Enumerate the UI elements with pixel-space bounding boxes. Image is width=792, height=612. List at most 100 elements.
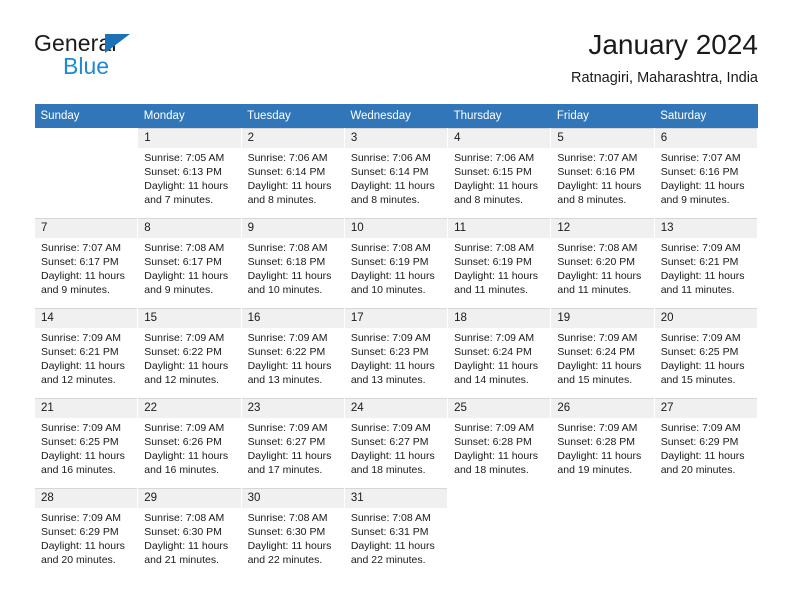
day-daylight-2-text: and 10 minutes. [247,284,323,297]
calendar-day-cell[interactable]: 12 Sunrise: 7:08 AM Sunset: 6:20 PM Dayligh… [550,218,655,308]
calendar-day-cell[interactable]: 22 Sunrise: 7:09 AM Sunset: 6:26 PM Dayligh… [137,398,242,488]
calendar-day-cell[interactable]: 7 Sunrise: 7:07 AM Sunset: 6:17 PM Daylight… [33,218,139,308]
calendar-day-cell[interactable]: 6 Sunrise: 7:07 AM Sunset: 6:16 PM Daylight… [653,128,759,218]
day-cell-content: 20 Sunrise: 7:09 AM Sunset: 6:25 PM Dayligh… [654,308,757,398]
calendar-day-cell[interactable]: 8 Sunrise: 7:08 AM Sunset: 6:17 PM Daylight… [137,218,242,308]
calendar-day-cell[interactable]: 21 Sunrise: 7:09 AM Sunset: 6:25 PM Dayligh… [33,398,139,488]
day-daylight-2-text: and 13 minutes. [247,374,323,387]
logo-text-blue: Blue [63,53,110,79]
day-sunset-text: Sunset: 6:29 PM [660,436,739,449]
day-daylight-1-text: Daylight: 11 hours [660,270,745,283]
day-daylight-1-text: Daylight: 11 hours [557,450,642,463]
calendar-week-row: 14 Sunrise: 7:09 AM Sunset: 6:21 PM Dayligh… [33,308,759,398]
calendar-day-cell[interactable]: 26 Sunrise: 7:09 AM Sunset: 6:28 PM Dayligh… [550,398,655,488]
day-daylight-1-text: Daylight: 11 hours [557,270,642,283]
day-sunset-text: Sunset: 6:15 PM [454,166,532,179]
day-sun-info: Sunrise: 7:07 AM Sunset: 6:17 PM Daylight:… [35,238,137,297]
day-cell-content: 18 Sunrise: 7:09 AM Sunset: 6:24 PM Dayligh… [448,308,551,398]
day-sunset-text: Sunset: 6:31 PM [350,526,429,539]
day-daylight-2-text: and 20 minutes. [660,464,736,477]
day-cell-content: 2 Sunrise: 7:06 AM Sunset: 6:14 PM Daylight… [241,128,344,218]
day-daylight-1-text: Daylight: 11 hours [350,450,435,463]
day-daylight-1-text: Daylight: 11 hours [144,180,229,193]
calendar-day-cell[interactable]: 27 Sunrise: 7:09 AM Sunset: 6:29 PM Dayligh… [653,398,759,488]
day-sun-info: Sunrise: 7:05 AM Sunset: 6:13 PM Daylight:… [138,148,240,207]
day-number: 14 [35,309,138,328]
day-sun-info: Sunrise: 7:06 AM Sunset: 6:14 PM Daylight:… [345,148,447,207]
day-sunset-text: Sunset: 6:27 PM [350,436,429,449]
calendar-day-cell[interactable]: 20 Sunrise: 7:09 AM Sunset: 6:25 PM Dayligh… [653,308,759,398]
calendar-day-cell[interactable]: 15 Sunrise: 7:09 AM Sunset: 6:22 PM Dayligh… [137,308,242,398]
calendar-day-cell[interactable]: 31 Sunrise: 7:08 AM Sunset: 6:31 PM Dayligh… [343,488,449,578]
day-sunset-text: Sunset: 6:22 PM [247,346,326,359]
day-daylight-1-text: Daylight: 11 hours [247,540,332,553]
day-sunrise-text: Sunrise: 7:06 AM [454,152,535,164]
calendar-day-cell[interactable]: 19 Sunrise: 7:09 AM Sunset: 6:24 PM Dayligh… [550,308,655,398]
calendar-day-cell[interactable]: 16 Sunrise: 7:09 AM Sunset: 6:22 PM Dayligh… [240,308,345,398]
day-sunset-text: Sunset: 6:22 PM [144,346,222,359]
day-sunrise-text: Sunrise: 7:09 AM [41,332,121,344]
day-sunset-text: Sunset: 6:30 PM [144,526,222,539]
day-number: 4 [448,129,551,148]
day-sunrise-text: Sunrise: 7:09 AM [350,332,431,344]
day-daylight-1-text: Daylight: 11 hours [660,450,745,463]
calendar-day-cell[interactable]: 9 Sunrise: 7:08 AM Sunset: 6:18 PM Daylight… [240,218,345,308]
day-number: 26 [551,399,654,418]
day-daylight-2-text: and 12 minutes. [144,374,219,387]
day-sunset-text: Sunset: 6:23 PM [350,346,429,359]
day-sunrise-text: Sunrise: 7:09 AM [247,332,328,344]
calendar-day-cell[interactable]: 28 Sunrise: 7:09 AM Sunset: 6:29 PM Dayligh… [33,488,139,578]
day-cell-content: 17 Sunrise: 7:09 AM Sunset: 6:23 PM Dayligh… [344,308,448,398]
day-cell-content [35,128,137,218]
calendar-day-cell[interactable]: 29 Sunrise: 7:08 AM Sunset: 6:30 PM Dayligh… [137,488,242,578]
day-daylight-1-text: Daylight: 11 hours [350,180,435,193]
day-cell-content: 21 Sunrise: 7:09 AM Sunset: 6:25 PM Dayligh… [35,398,138,488]
calendar-week-row: 7 Sunrise: 7:07 AM Sunset: 6:17 PM Daylight… [33,218,759,308]
day-sun-info: Sunrise: 7:09 AM Sunset: 6:24 PM Daylight:… [448,328,550,387]
day-sun-info: Sunrise: 7:09 AM Sunset: 6:22 PM Daylight:… [242,328,344,387]
day-sun-info: Sunrise: 7:07 AM Sunset: 6:16 PM Daylight:… [655,148,757,207]
calendar-day-cell[interactable]: 25 Sunrise: 7:09 AM Sunset: 6:28 PM Dayligh… [447,398,552,488]
day-daylight-2-text: and 13 minutes. [350,374,426,387]
general-blue-logo[interactable]: General Blue [34,30,254,90]
day-daylight-2-text: and 9 minutes. [660,194,730,207]
day-number: 30 [241,489,344,508]
calendar-day-cell[interactable]: 4 Sunrise: 7:06 AM Sunset: 6:15 PM Daylight… [447,128,552,218]
day-daylight-1-text: Daylight: 11 hours [454,360,538,373]
day-sunrise-text: Sunrise: 7:08 AM [144,512,225,524]
calendar-day-cell[interactable]: 3 Sunrise: 7:06 AM Sunset: 6:14 PM Daylight… [343,128,449,218]
calendar-day-cell[interactable]: 23 Sunrise: 7:09 AM Sunset: 6:27 PM Dayligh… [240,398,345,488]
calendar-day-cell[interactable]: 5 Sunrise: 7:07 AM Sunset: 6:16 PM Daylight… [550,128,655,218]
calendar-day-cell[interactable]: 1 Sunrise: 7:05 AM Sunset: 6:13 PM Daylight… [137,128,242,218]
day-sunrise-text: Sunrise: 7:07 AM [41,242,121,254]
day-sunset-text: Sunset: 6:24 PM [454,346,532,359]
day-sun-info: Sunrise: 7:09 AM Sunset: 6:22 PM Daylight:… [138,328,240,387]
calendar-day-cell[interactable]: 14 Sunrise: 7:09 AM Sunset: 6:21 PM Dayligh… [33,308,139,398]
day-sunrise-text: Sunrise: 7:08 AM [247,512,328,524]
calendar-day-cell[interactable]: 2 Sunrise: 7:06 AM Sunset: 6:14 PM Daylight… [240,128,345,218]
day-sun-info: Sunrise: 7:08 AM Sunset: 6:31 PM Daylight:… [345,508,447,567]
day-sunset-text: Sunset: 6:14 PM [350,166,429,179]
day-daylight-1-text: Daylight: 11 hours [41,360,125,373]
day-cell-content: 31 Sunrise: 7:08 AM Sunset: 6:31 PM Dayligh… [344,488,448,578]
day-cell-content: 6 Sunrise: 7:07 AM Sunset: 6:16 PM Daylight… [654,128,757,218]
day-number: 15 [138,309,241,328]
calendar-day-cell[interactable]: 18 Sunrise: 7:09 AM Sunset: 6:24 PM Dayligh… [447,308,552,398]
day-cell-content: 8 Sunrise: 7:08 AM Sunset: 6:17 PM Daylight… [138,218,241,308]
day-sun-info: Sunrise: 7:07 AM Sunset: 6:16 PM Daylight:… [551,148,653,207]
day-sunrise-text: Sunrise: 7:05 AM [144,152,225,164]
day-sun-info: Sunrise: 7:09 AM Sunset: 6:24 PM Daylight:… [551,328,653,387]
day-cell-content: 1 Sunrise: 7:05 AM Sunset: 6:13 PM Daylight… [138,128,241,218]
calendar-day-cell[interactable]: 24 Sunrise: 7:09 AM Sunset: 6:27 PM Dayligh… [343,398,449,488]
calendar-day-cell[interactable]: 10 Sunrise: 7:08 AM Sunset: 6:19 PM Dayligh… [343,218,449,308]
calendar-day-cell[interactable]: 17 Sunrise: 7:09 AM Sunset: 6:23 PM Dayligh… [343,308,449,398]
calendar-day-cell[interactable]: 11 Sunrise: 7:08 AM Sunset: 6:19 PM Dayligh… [447,218,552,308]
day-daylight-2-text: and 11 minutes. [454,284,529,297]
calendar-day-cell[interactable]: 30 Sunrise: 7:08 AM Sunset: 6:30 PM Dayligh… [240,488,345,578]
weekday-header-tuesday: Tuesday [241,104,345,128]
day-daylight-2-text: and 8 minutes. [247,194,317,207]
day-daylight-2-text: and 15 minutes. [660,374,736,387]
calendar-day-cell[interactable]: 13 Sunrise: 7:09 AM Sunset: 6:21 PM Dayligh… [653,218,759,308]
day-sun-info: Sunrise: 7:06 AM Sunset: 6:14 PM Daylight:… [242,148,344,207]
day-sunrise-text: Sunrise: 7:09 AM [660,422,741,434]
